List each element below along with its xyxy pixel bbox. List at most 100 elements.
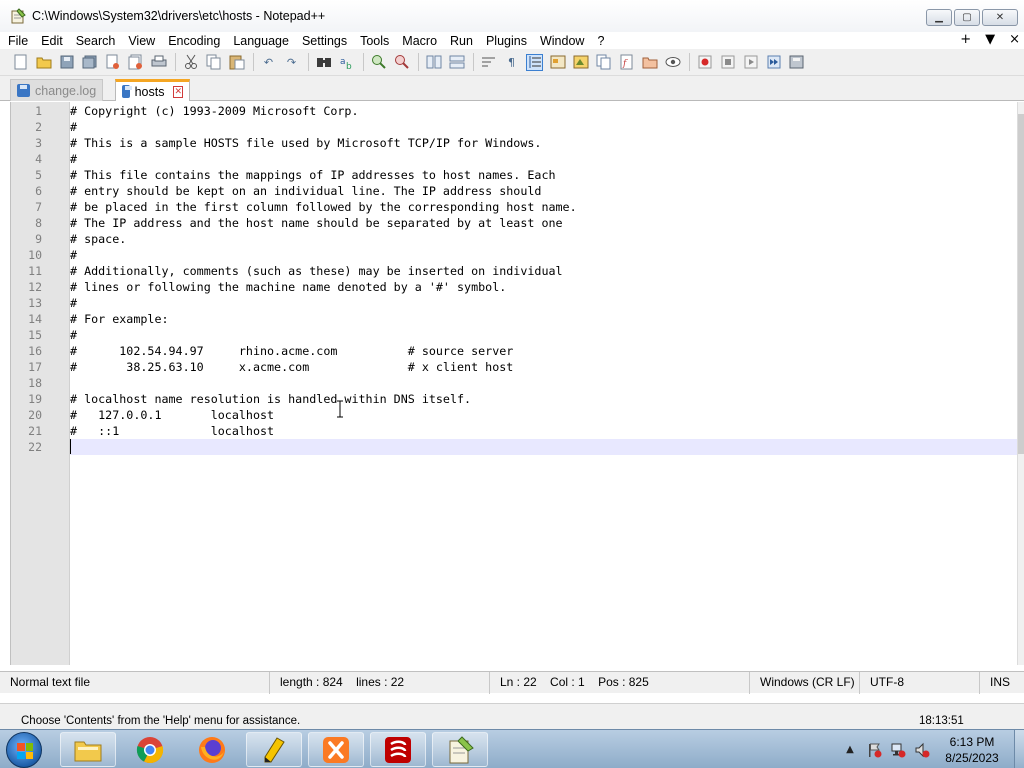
taskbar-xampp[interactable] bbox=[308, 732, 364, 767]
menu-help[interactable]: ? bbox=[597, 33, 604, 49]
current-code-line[interactable] bbox=[70, 439, 1018, 455]
new-file-icon[interactable] bbox=[12, 54, 29, 71]
sync-vertical-scroll-icon[interactable] bbox=[425, 54, 442, 71]
line-number: 6 bbox=[35, 184, 42, 198]
function-list-icon[interactable]: f bbox=[618, 54, 635, 71]
zoom-out-icon[interactable] bbox=[393, 54, 410, 71]
code-line[interactable]: # bbox=[70, 327, 77, 343]
code-line[interactable]: # Copyright (c) 1993-2009 Microsoft Corp… bbox=[70, 103, 359, 119]
playback-macro-icon[interactable] bbox=[742, 54, 759, 71]
zoom-in-icon[interactable] bbox=[370, 54, 387, 71]
close-all-icon[interactable] bbox=[127, 54, 144, 71]
network-icon[interactable] bbox=[890, 742, 906, 758]
taskbar-sublime-text[interactable] bbox=[246, 732, 302, 767]
code-line[interactable]: # localhost name resolution is handled w… bbox=[70, 391, 471, 407]
user-defined-language-icon[interactable] bbox=[549, 54, 566, 71]
paste-icon[interactable] bbox=[228, 54, 245, 71]
record-macro-icon[interactable] bbox=[696, 54, 713, 71]
action-center-flag-icon[interactable] bbox=[866, 742, 882, 758]
notepad-plus-plus-app-icon[interactable] bbox=[10, 8, 26, 24]
cut-icon[interactable] bbox=[182, 54, 199, 71]
code-line[interactable]: # The IP address and the host name shoul… bbox=[70, 215, 563, 231]
document-map-icon[interactable] bbox=[572, 54, 589, 71]
toolbar-separator bbox=[253, 53, 254, 71]
maximize-button[interactable]: ▢ bbox=[954, 9, 980, 26]
menu-file[interactable]: File bbox=[8, 33, 28, 49]
code-line[interactable]: # 38.25.63.10 x.acme.com # x client host bbox=[70, 359, 513, 375]
taskbar-chrome[interactable] bbox=[122, 732, 178, 767]
stop-recording-icon[interactable] bbox=[719, 54, 736, 71]
redo-icon[interactable]: ↷ bbox=[283, 54, 300, 71]
start-button[interactable] bbox=[6, 732, 42, 768]
close-window-button[interactable]: ✕ bbox=[982, 9, 1018, 26]
show-hidden-icons-chevron-icon[interactable]: ▲ bbox=[842, 742, 858, 758]
taskbar-filezilla[interactable] bbox=[370, 732, 426, 767]
code-line[interactable]: # 127.0.0.1 localhost bbox=[70, 407, 274, 423]
menu-view[interactable]: View bbox=[128, 33, 155, 49]
code-line[interactable]: # 102.54.94.97 rhino.acme.com # source s… bbox=[70, 343, 513, 359]
menu-run[interactable]: Run bbox=[450, 33, 473, 49]
clock-time: 6:13 PM bbox=[949, 735, 995, 749]
replace-icon[interactable]: ab bbox=[338, 54, 355, 71]
code-line[interactable]: # Additionally, comments (such as these)… bbox=[70, 263, 563, 279]
code-line[interactable]: # This is a sample HOSTS file used by Mi… bbox=[70, 135, 541, 151]
vertical-scrollbar[interactable] bbox=[1017, 102, 1024, 665]
taskbar-clock[interactable]: 6:13 PM 8/25/2023 bbox=[936, 734, 1008, 766]
document-list-icon[interactable] bbox=[595, 54, 612, 71]
status-insert-mode[interactable]: INS bbox=[980, 672, 1024, 694]
minimize-button[interactable]: ▁ bbox=[926, 9, 952, 26]
code-line[interactable]: # space. bbox=[70, 231, 126, 247]
code-line[interactable]: # be placed in the first column followed… bbox=[70, 199, 577, 215]
line-number: 12 bbox=[28, 280, 42, 294]
save-all-icon[interactable] bbox=[81, 54, 98, 71]
code-line[interactable]: # ::1 localhost bbox=[70, 423, 274, 439]
close-tab-icon[interactable]: ✕ bbox=[173, 85, 183, 98]
sync-horizontal-scroll-icon[interactable] bbox=[448, 54, 465, 71]
code-line[interactable]: # bbox=[70, 151, 77, 167]
menu-search[interactable]: Search bbox=[76, 33, 116, 49]
close-document-icon[interactable]: × bbox=[1009, 32, 1020, 48]
code-line[interactable]: # lines or following the machine name de… bbox=[70, 279, 506, 295]
menu-edit[interactable]: Edit bbox=[41, 33, 63, 49]
scrollbar-thumb[interactable] bbox=[1018, 114, 1024, 454]
tab-list-dropdown-icon[interactable]: ▼ bbox=[985, 32, 995, 48]
word-wrap-icon[interactable] bbox=[480, 54, 497, 71]
code-line[interactable]: # bbox=[70, 247, 77, 263]
code-line[interactable]: # bbox=[70, 295, 77, 311]
status-eol[interactable]: Windows (CR LF) bbox=[750, 672, 860, 694]
menu-tools[interactable]: Tools bbox=[360, 33, 389, 49]
indent-guide-icon[interactable] bbox=[526, 53, 543, 71]
find-icon[interactable] bbox=[315, 54, 332, 71]
menu-language[interactable]: Language bbox=[233, 33, 289, 49]
copy-icon[interactable] bbox=[205, 54, 222, 71]
menu-plugins[interactable]: Plugins bbox=[486, 33, 527, 49]
print-icon[interactable] bbox=[150, 54, 167, 71]
save-macro-icon[interactable] bbox=[788, 54, 805, 71]
taskbar-firefox[interactable] bbox=[184, 732, 240, 767]
close-file-icon[interactable] bbox=[104, 54, 121, 71]
show-all-characters-icon[interactable]: ¶ bbox=[503, 54, 520, 71]
tab-hosts[interactable]: hosts ✕ bbox=[115, 79, 190, 101]
undo-icon[interactable]: ↶ bbox=[260, 54, 277, 71]
run-macro-multiple-icon[interactable] bbox=[765, 54, 782, 71]
tab-change-log[interactable]: change.log bbox=[10, 79, 104, 101]
folder-as-workspace-icon[interactable] bbox=[641, 54, 658, 71]
menu-window[interactable]: Window bbox=[540, 33, 584, 49]
code-line[interactable]: # entry should be kept on an individual … bbox=[70, 183, 541, 199]
menu-macro[interactable]: Macro bbox=[402, 33, 437, 49]
taskbar-notepad-plus-plus[interactable] bbox=[432, 732, 488, 767]
status-encoding[interactable]: UTF-8 bbox=[860, 672, 980, 694]
open-file-icon[interactable] bbox=[35, 54, 52, 71]
code-line[interactable]: # bbox=[70, 119, 77, 135]
save-icon[interactable] bbox=[58, 54, 75, 71]
monitoring-eye-icon[interactable] bbox=[664, 54, 681, 71]
new-tab-plus-icon[interactable]: + bbox=[960, 32, 971, 48]
menu-encoding[interactable]: Encoding bbox=[168, 33, 220, 49]
code-line[interactable]: # This file contains the mappings of IP … bbox=[70, 167, 556, 183]
code-line[interactable]: # For example: bbox=[70, 311, 169, 327]
taskbar-file-explorer[interactable] bbox=[60, 732, 116, 767]
menu-settings[interactable]: Settings bbox=[302, 33, 347, 49]
show-desktop-button[interactable] bbox=[1014, 730, 1024, 768]
volume-muted-icon[interactable] bbox=[914, 742, 930, 758]
text-editor[interactable]: 1 # Copyright (c) 1993-2009 Microsoft Cor… bbox=[10, 102, 1018, 665]
